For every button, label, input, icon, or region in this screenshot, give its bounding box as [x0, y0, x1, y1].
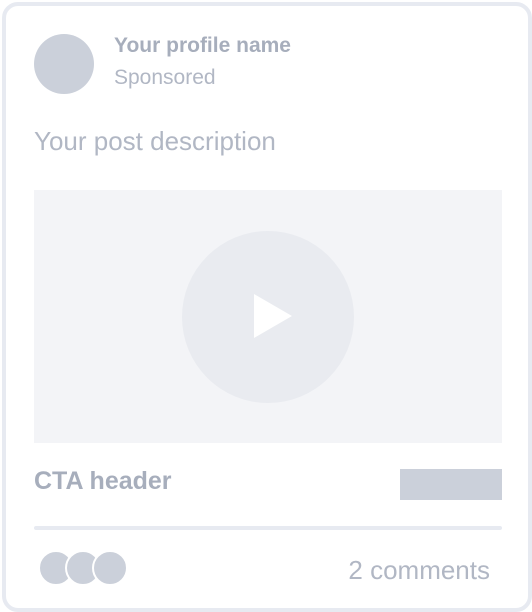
avatar[interactable] — [34, 34, 94, 94]
play-button[interactable] — [182, 231, 354, 403]
profile-name[interactable]: Your profile name — [114, 34, 291, 58]
video-placeholder[interactable] — [34, 190, 502, 443]
post-description: Your post description — [34, 126, 276, 156]
cta-button[interactable] — [400, 469, 502, 500]
divider — [34, 526, 502, 530]
reaction-icon — [92, 550, 128, 586]
comments-count[interactable]: 2 comments — [348, 555, 490, 586]
reaction-icons[interactable] — [38, 550, 138, 586]
play-icon — [254, 294, 292, 338]
cta-header: CTA header — [34, 467, 172, 495]
sponsored-label: Sponsored — [114, 66, 216, 89]
ad-preview-card: Your profile name Sponsored Your post de… — [2, 2, 532, 612]
